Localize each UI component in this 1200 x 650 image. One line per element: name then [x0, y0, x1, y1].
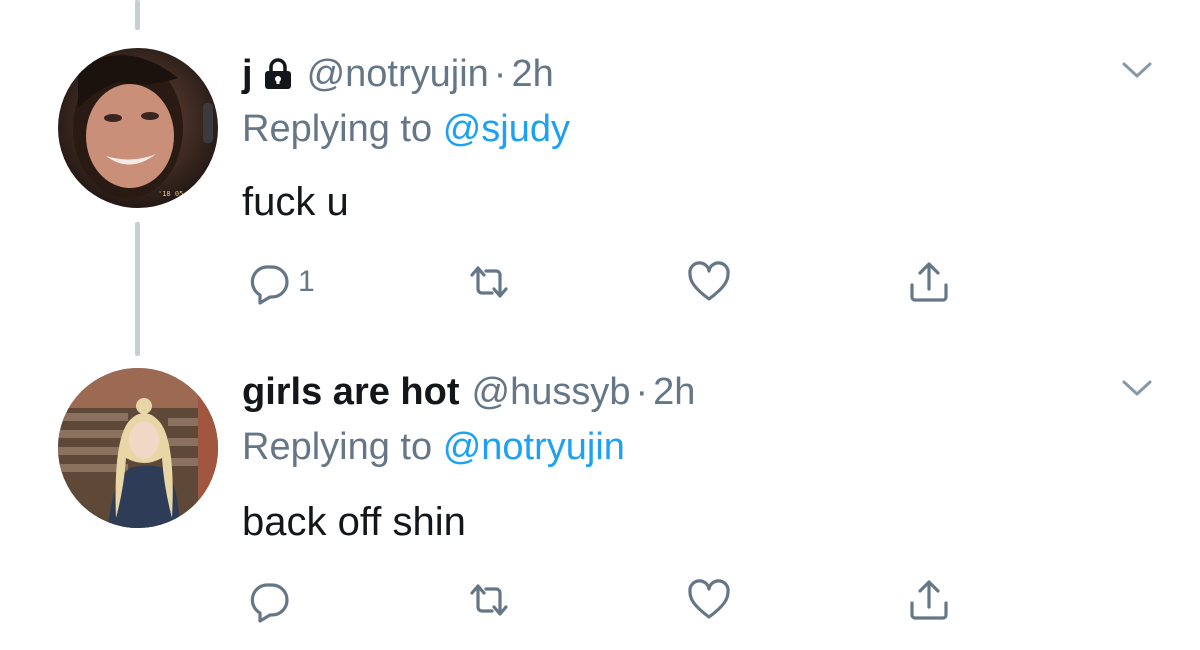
tweet-actions: 1	[242, 258, 962, 306]
tweet-header: girls are hot @hussyb · 2h	[242, 368, 695, 416]
display-name[interactable]: j	[242, 53, 253, 96]
share-icon	[910, 262, 948, 302]
like-icon	[688, 261, 730, 301]
replying-to-label: Replying to	[242, 108, 433, 150]
tweet-text: back off shin	[242, 500, 466, 544]
reply-icon	[250, 583, 289, 623]
replying-to: Replying to @sjudy	[242, 108, 570, 151]
timestamp[interactable]: 2h	[653, 371, 695, 414]
svg-text:'18 05: '18 05	[158, 190, 183, 198]
separator-dot: ·	[635, 370, 649, 413]
like-button[interactable]	[686, 576, 732, 624]
reply-button[interactable]: 1	[246, 258, 315, 306]
share-icon	[910, 580, 948, 620]
tweet-actions	[242, 576, 962, 624]
avatar[interactable]: '18 05	[58, 48, 218, 208]
mention-link[interactable]: @notryujin	[443, 426, 625, 468]
chevron-down-icon[interactable]	[1120, 58, 1154, 82]
like-button[interactable]	[686, 258, 732, 306]
thread-timeline: '18 05 j @notryujin · 2h Replying to @sj…	[0, 0, 1200, 650]
chevron-down-icon[interactable]	[1120, 376, 1154, 400]
replying-to-label: Replying to	[242, 426, 433, 468]
lock-icon	[261, 57, 295, 91]
tweet[interactable]: '18 05 j @notryujin · 2h Replying to @sj…	[0, 38, 1200, 338]
separator-dot: ·	[493, 52, 507, 95]
display-name[interactable]: girls are hot	[242, 371, 460, 414]
tweet-text: fuck u	[242, 180, 349, 224]
thread-connector-line	[135, 0, 140, 30]
share-button[interactable]	[906, 576, 952, 624]
retweet-icon	[470, 584, 508, 616]
mention-link[interactable]: @sjudy	[443, 108, 570, 150]
replying-to: Replying to @notryujin	[242, 426, 625, 469]
user-handle[interactable]: @hussyb	[472, 371, 631, 414]
timestamp[interactable]: 2h	[511, 53, 553, 96]
like-icon	[688, 579, 730, 619]
retweet-button[interactable]	[466, 576, 512, 624]
retweet-button[interactable]	[466, 258, 512, 306]
reply-button[interactable]	[246, 576, 298, 624]
reply-count: 1	[298, 265, 315, 298]
user-handle[interactable]: @notryujin	[307, 53, 489, 96]
reply-icon	[250, 265, 289, 305]
retweet-icon	[470, 266, 508, 298]
share-button[interactable]	[906, 258, 952, 306]
tweet-header: j @notryujin · 2h	[242, 50, 554, 98]
avatar[interactable]	[58, 368, 218, 528]
tweet[interactable]: girls are hot @hussyb · 2h Replying to @…	[0, 358, 1200, 650]
